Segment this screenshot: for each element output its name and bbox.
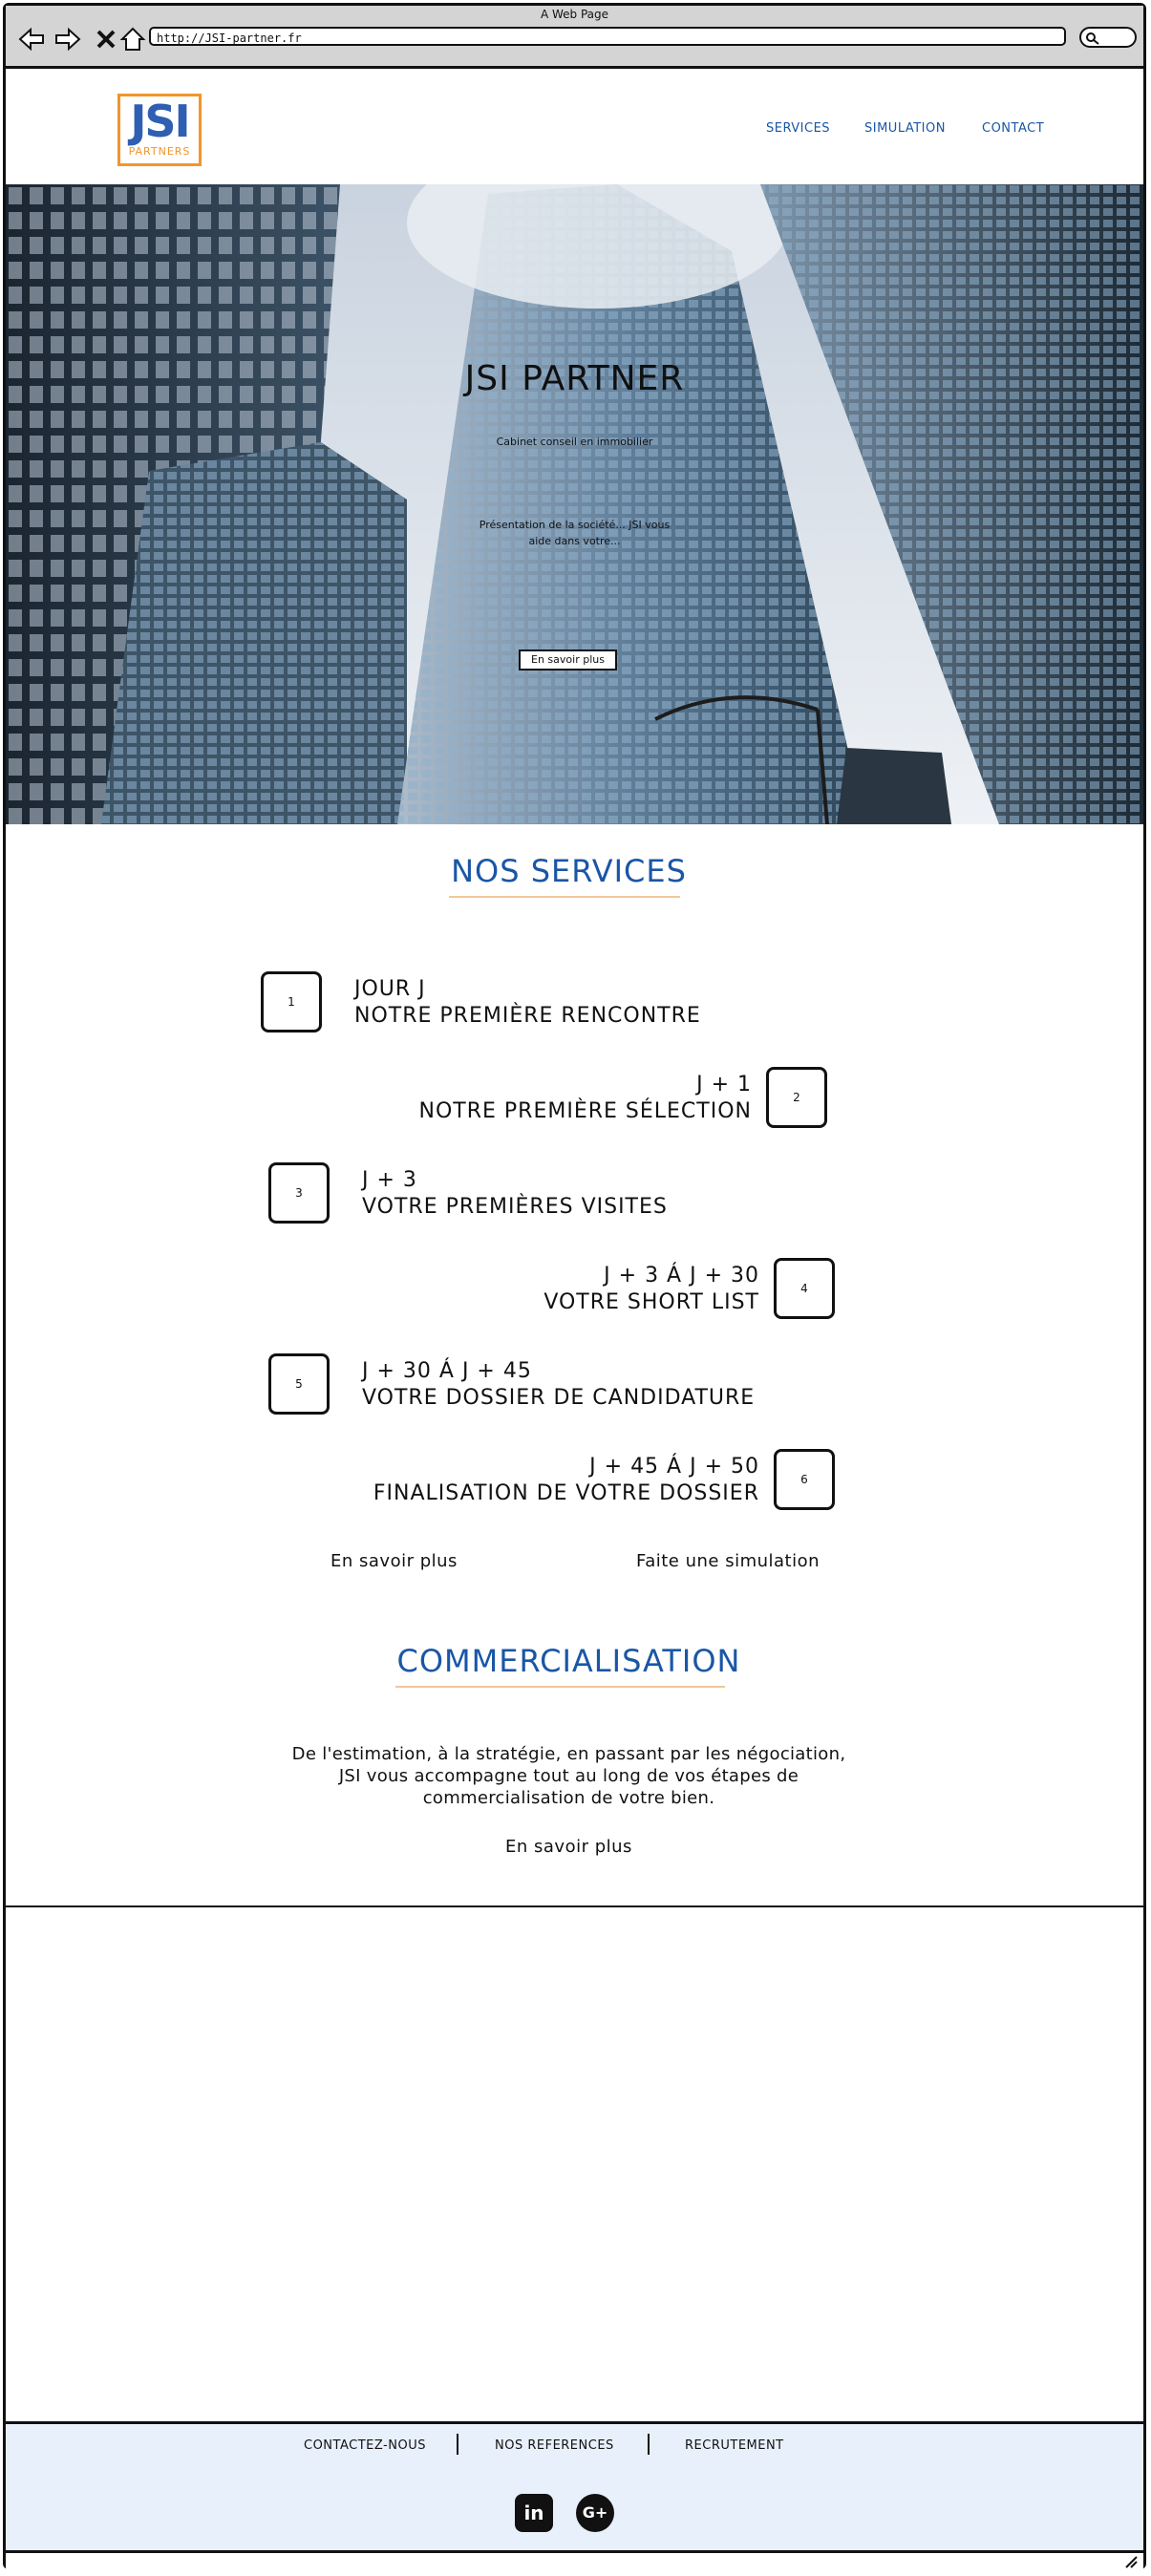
google-plus-icon[interactable]: G+ [576, 2494, 614, 2532]
step-label: VOTRE DOSSIER DE CANDIDATURE [362, 1386, 756, 1410]
commercialisation-title: COMMERCIALISATION [396, 1643, 741, 1679]
footer-link-recruitment[interactable]: RECRUTEMENT [685, 2438, 784, 2453]
step-label: NOTRE PREMIÈRE RENCONTRE [354, 1004, 701, 1028]
content-divider [6, 1905, 1143, 1907]
step-label: NOTRE PREMIÈRE SÉLECTION [418, 1099, 752, 1123]
services-learn-more-link[interactable]: En savoir plus [330, 1551, 458, 1571]
step-number-box: 2 [766, 1067, 827, 1128]
step-date: J + 45 Á J + 50 [589, 1455, 759, 1479]
nav-contact[interactable]: CONTACT [982, 121, 1044, 136]
hero-buildings-image [6, 184, 1143, 824]
commercialisation-title-underline [395, 1686, 725, 1688]
home-icon[interactable] [118, 25, 147, 53]
commercialisation-text-line-1: De l'estimation, à la stratégie, en pass… [291, 1744, 846, 1764]
window-title: A Web Page [540, 8, 609, 21]
search-icon [1086, 32, 1099, 45]
footer: CONTACTEZ-NOUS NOS REFERENCES RECRUTEMEN… [6, 2421, 1143, 2550]
step-text: JOUR J NOTRE PREMIÈRE RENCONTRE [354, 976, 701, 1030]
step-text: J + 45 Á J + 50 FINALISATION DE VOTRE DO… [373, 1454, 759, 1507]
footer-separator [457, 2434, 458, 2455]
step-date: J + 3 Á J + 30 [604, 1264, 759, 1288]
step-number-box: 4 [774, 1258, 835, 1319]
step-date: JOUR J [354, 977, 426, 1001]
hero-description-line-1: Présentation de la société... JSI vous [479, 519, 671, 531]
search-field[interactable] [1079, 27, 1137, 48]
close-icon[interactable] [92, 25, 120, 53]
step-number-box: 5 [268, 1353, 330, 1415]
step-text: J + 1 NOTRE PREMIÈRE SÉLECTION [419, 1072, 752, 1125]
commercialisation-text-line-2: JSI vous accompagne tout au long de vos … [338, 1766, 799, 1786]
browser-titlebar: A Web Page http://JSI-partner.fr [6, 6, 1143, 69]
back-arrow-icon[interactable] [17, 25, 46, 53]
step-date: J + 30 Á J + 45 [362, 1359, 532, 1383]
commercialisation-learn-more-link[interactable]: En savoir plus [505, 1837, 632, 1857]
simulation-link[interactable]: Faite une simulation [636, 1551, 820, 1571]
logo-text: JSI [130, 96, 190, 147]
hero-learn-more-button[interactable]: En savoir plus [519, 649, 617, 671]
resize-grip-icon[interactable] [1124, 2555, 1138, 2568]
footer-link-references[interactable]: NOS REFERENCES [495, 2438, 614, 2453]
step-number-box: 3 [268, 1162, 330, 1224]
linkedin-icon[interactable]: in [515, 2494, 553, 2532]
nav-simulation[interactable]: SIMULATION [864, 121, 946, 136]
hero-subtitle: Cabinet conseil en immobilier [496, 436, 653, 448]
step-date: J + 1 [696, 1073, 752, 1096]
forward-arrow-icon[interactable] [53, 25, 82, 53]
step-number-box: 6 [774, 1449, 835, 1510]
step-label: FINALISATION DE VOTRE DOSSIER [373, 1481, 759, 1505]
services-title: NOS SERVICES [451, 853, 687, 889]
footer-link-contact[interactable]: CONTACTEZ-NOUS [304, 2438, 426, 2453]
hero-title: JSI PARTNER [464, 359, 685, 398]
step-number-box: 1 [261, 971, 322, 1033]
logo[interactable]: JSI PARTNERS [117, 94, 202, 166]
services-title-underline [449, 896, 680, 898]
hero-description-line-2: aide dans votre... [528, 535, 621, 547]
browser-statusbar [6, 2550, 1143, 2569]
logo-subtext: PARTNERS [128, 145, 191, 158]
url-input[interactable]: http://JSI-partner.fr [149, 27, 1066, 46]
step-text: J + 3 VOTRE PREMIÈRES VISITES [362, 1167, 668, 1221]
step-text: J + 3 Á J + 30 VOTRE SHORT LIST [544, 1263, 759, 1316]
step-date: J + 3 [362, 1168, 417, 1192]
step-label: VOTRE SHORT LIST [544, 1290, 759, 1314]
footer-separator [648, 2434, 650, 2455]
step-text: J + 30 Á J + 45 VOTRE DOSSIER DE CANDIDA… [362, 1358, 755, 1412]
nav-services[interactable]: SERVICES [766, 121, 830, 136]
hero-banner: JSI PARTNER Cabinet conseil en immobilie… [6, 184, 1143, 824]
step-label: VOTRE PREMIÈRES VISITES [362, 1195, 668, 1219]
commercialisation-text-line-3: commercialisation de votre bien. [422, 1788, 715, 1808]
